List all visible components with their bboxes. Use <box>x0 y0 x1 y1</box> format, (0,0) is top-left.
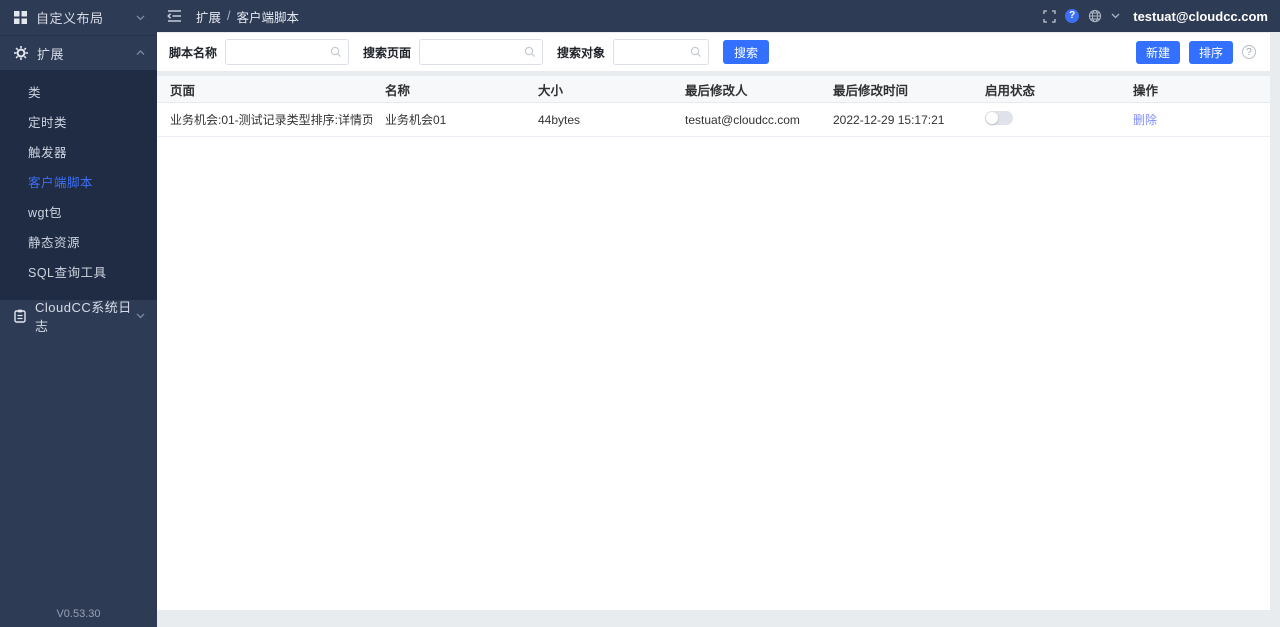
sidebar-group-label: 自定义布局 <box>36 11 104 26</box>
filter-bar: 脚本名称 搜索页面 搜索对象 搜索 新建 排序 ? <box>157 33 1270 71</box>
search-icon <box>330 46 342 58</box>
sidebar-group-extension[interactable]: 扩展 <box>0 36 157 70</box>
search-page-label: 搜索页面 <box>363 45 412 60</box>
cell-page: 业务机会:01-测试记录类型排序:详情页:onLoad <box>170 113 372 127</box>
sidebar-item-client-script[interactable]: 客户端脚本 <box>0 168 157 198</box>
topbar: 扩展 / 客户端脚本 ? testuat@cloudcc.com <box>157 0 1280 32</box>
column-header-actions: 操作 <box>1133 83 1159 98</box>
search-icon <box>524 46 536 58</box>
search-page-field <box>419 39 544 65</box>
table-row: 业务机会:01-测试记录类型排序:详情页:onLoad 业务机会01 44byt… <box>157 103 1270 137</box>
breadcrumb-separator: / <box>227 9 231 23</box>
main-area: 扩展 / 客户端脚本 ? testuat@cloudcc.com 脚本名称 搜索… <box>157 0 1280 627</box>
column-header-enabled: 启用状态 <box>985 83 1036 98</box>
sidebar-submenu: 类 定时类 触发器 客户端脚本 wgt包 静态资源 SQL查询工具 <box>0 70 157 300</box>
chevron-down-icon <box>136 15 145 21</box>
table-header-row: 页面 名称 大小 最后修改人 最后修改时间 启用状态 操作 <box>157 76 1270 103</box>
panel-help-icon[interactable]: ? <box>1242 45 1256 59</box>
sidebar-item-class[interactable]: 类 <box>0 78 157 108</box>
sidebar-group-label: CloudCC系统日志 <box>35 300 132 334</box>
cell-enabled <box>972 111 1120 128</box>
script-name-label: 脚本名称 <box>169 45 218 60</box>
breadcrumb-section[interactable]: 扩展 <box>196 7 221 26</box>
sidebar-item-trigger[interactable]: 触发器 <box>0 138 157 168</box>
sidebar-item-wgt-package[interactable]: wgt包 <box>0 198 157 228</box>
column-header-modified-by: 最后修改人 <box>685 83 748 98</box>
sidebar-item-static-resource[interactable]: 静态资源 <box>0 228 157 258</box>
scripts-table: 页面 名称 大小 最后修改人 最后修改时间 启用状态 操作 业务机会:01-测试… <box>157 76 1270 610</box>
create-button[interactable]: 新建 <box>1135 40 1180 64</box>
cell-actions: 删除 <box>1120 111 1270 128</box>
cell-modified-by: testuat@cloudcc.com <box>685 112 800 127</box>
user-email[interactable]: testuat@cloudcc.com <box>1133 9 1268 24</box>
chevron-down-icon[interactable] <box>1111 13 1120 19</box>
topbar-right: ? testuat@cloudcc.com <box>1043 9 1268 24</box>
delete-link[interactable]: 删除 <box>1133 113 1157 127</box>
grid-icon <box>14 11 27 24</box>
menu-fold-icon[interactable] <box>167 10 182 22</box>
globe-icon[interactable] <box>1088 9 1102 23</box>
breadcrumb: 扩展 / 客户端脚本 <box>196 7 299 26</box>
script-name-field <box>225 39 350 65</box>
sidebar-item-sql-tool[interactable]: SQL查询工具 <box>0 258 157 288</box>
column-header-modified-at: 最后修改时间 <box>833 83 909 98</box>
fullscreen-icon[interactable] <box>1043 9 1056 23</box>
sort-button[interactable]: 排序 <box>1188 40 1233 64</box>
cell-size: 44bytes <box>538 112 581 127</box>
chevron-up-icon <box>136 50 145 56</box>
sidebar-spacer <box>0 332 157 608</box>
search-icon <box>690 46 702 58</box>
clipboard-icon <box>14 309 26 323</box>
app-window: 自定义布局 扩展 类 定时类 触发器 客户端脚本 wgt包 静态资源 SQL查询… <box>0 0 1280 627</box>
breadcrumb-page: 客户端脚本 <box>236 10 300 25</box>
column-header-page: 页面 <box>170 83 196 98</box>
toolbar-actions: 新建 排序 ? <box>1135 40 1256 64</box>
enable-toggle[interactable] <box>985 111 1013 125</box>
sidebar-group-system-log[interactable]: CloudCC系统日志 <box>0 300 157 334</box>
gear-icon <box>14 46 28 60</box>
content-area: 脚本名称 搜索页面 搜索对象 搜索 新建 排序 ? 页面 名称 大小 最后修改人… <box>157 32 1280 627</box>
search-object-label: 搜索对象 <box>557 45 606 60</box>
cell-name: 业务机会01 <box>385 113 447 127</box>
sidebar: 自定义布局 扩展 类 定时类 触发器 客户端脚本 wgt包 静态资源 SQL查询… <box>0 0 157 627</box>
version-label: V0.53.30 <box>56 608 101 620</box>
sidebar-item-scheduled-class[interactable]: 定时类 <box>0 108 157 138</box>
search-button[interactable]: 搜索 <box>723 40 770 64</box>
chevron-down-icon <box>136 313 145 319</box>
help-icon[interactable]: ? <box>1065 9 1080 23</box>
sidebar-group-custom-layout[interactable]: 自定义布局 <box>0 0 157 36</box>
sidebar-group-label: 扩展 <box>37 46 65 62</box>
cell-modified-at: 2022-12-29 15:17:21 <box>833 112 945 127</box>
column-header-size: 大小 <box>538 83 564 98</box>
column-header-name: 名称 <box>385 83 411 98</box>
search-object-field <box>613 39 710 65</box>
